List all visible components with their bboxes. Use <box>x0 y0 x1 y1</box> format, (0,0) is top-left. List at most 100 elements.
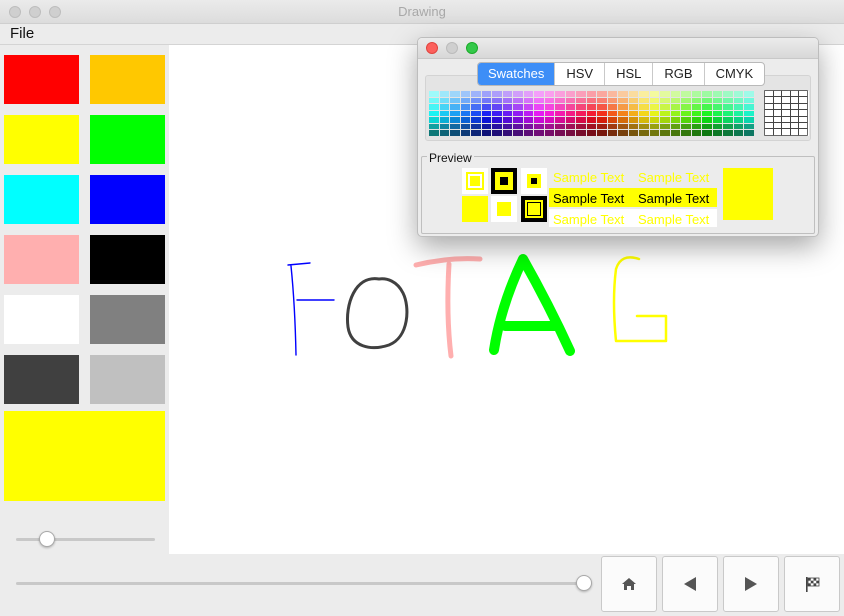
color-swatch-cell[interactable] <box>460 130 470 136</box>
color-swatch-cell[interactable] <box>576 110 586 116</box>
color-swatch-cell[interactable] <box>723 91 733 97</box>
color-swatch-cell[interactable] <box>565 104 575 110</box>
color-swatch-cell[interactable] <box>513 110 523 116</box>
color-swatch-cell[interactable] <box>565 97 575 103</box>
color-swatch-cell[interactable] <box>576 97 586 103</box>
color-swatch-cell[interactable] <box>607 104 617 110</box>
color-swatch-cell[interactable] <box>450 117 460 123</box>
color-swatch-cell[interactable] <box>702 110 712 116</box>
color-swatch-cell[interactable] <box>597 123 607 129</box>
recent-swatch-cell[interactable] <box>765 91 773 97</box>
brush-size-slider[interactable] <box>16 538 155 541</box>
color-swatch-cell[interactable] <box>618 130 628 136</box>
color-swatch-cell[interactable] <box>733 97 743 103</box>
color-swatch-cell[interactable] <box>660 117 670 123</box>
playback-slider[interactable] <box>16 582 584 585</box>
recent-swatch-cell[interactable] <box>773 129 782 135</box>
color-swatch-cell[interactable] <box>670 110 680 116</box>
color-swatch-cell[interactable] <box>450 97 460 103</box>
file-menu[interactable]: File <box>10 25 34 42</box>
color-swatch-cell[interactable] <box>586 97 596 103</box>
color-swatch-cell[interactable] <box>523 91 533 97</box>
color-swatch-cell[interactable] <box>555 91 565 97</box>
color-swatch-cell[interactable] <box>460 104 470 110</box>
recent-swatch-cell[interactable] <box>782 110 790 116</box>
recent-swatch-cell[interactable] <box>799 123 807 129</box>
color-swatch-cell[interactable] <box>670 123 680 129</box>
color-swatch-cell[interactable] <box>649 117 659 123</box>
color-swatch-cell[interactable] <box>513 117 523 123</box>
color-swatch-cell[interactable] <box>439 123 449 129</box>
color-swatch-cell[interactable] <box>691 117 701 123</box>
color-swatch-cell[interactable] <box>618 91 628 97</box>
color-swatch-cell[interactable] <box>628 130 638 136</box>
color-swatch-cell[interactable] <box>502 130 512 136</box>
next-button[interactable] <box>723 556 779 612</box>
color-swatch-cell[interactable] <box>712 91 722 97</box>
color-swatch-cell[interactable] <box>702 123 712 129</box>
color-swatch-cell[interactable] <box>523 104 533 110</box>
recent-swatch-cell[interactable] <box>773 91 782 97</box>
recent-swatch-cell[interactable] <box>773 116 782 122</box>
color-swatch-cell[interactable] <box>502 97 512 103</box>
color-swatch-cell[interactable] <box>618 123 628 129</box>
color-swatch-cell[interactable] <box>565 130 575 136</box>
recent-swatch-cell[interactable] <box>773 123 782 129</box>
color-swatch-cell[interactable] <box>712 104 722 110</box>
recent-swatch-cell[interactable] <box>782 129 790 135</box>
color-swatch-cell[interactable] <box>502 91 512 97</box>
tab-hsv[interactable]: HSV <box>555 63 606 85</box>
color-swatch-cell[interactable] <box>555 104 565 110</box>
color-swatch-cell[interactable] <box>649 130 659 136</box>
color-swatch-cell[interactable] <box>471 91 481 97</box>
color-swatch-cell[interactable] <box>471 117 481 123</box>
recent-swatch-cell[interactable] <box>799 116 807 122</box>
color-swatch-cell[interactable] <box>628 117 638 123</box>
color-swatch-cell[interactable] <box>660 123 670 129</box>
color-swatch-cell[interactable] <box>460 117 470 123</box>
color-swatch-cell[interactable] <box>450 123 460 129</box>
color-swatch-cell[interactable] <box>744 130 754 136</box>
color-swatch-cell[interactable] <box>733 110 743 116</box>
color-swatch-cell[interactable] <box>733 104 743 110</box>
color-swatch-cell[interactable] <box>681 117 691 123</box>
dialog-close-button[interactable] <box>426 42 438 54</box>
color-swatch-cell[interactable] <box>534 123 544 129</box>
palette-swatch[interactable] <box>90 355 165 404</box>
recent-swatch-cell[interactable] <box>782 97 790 103</box>
palette-swatch[interactable] <box>90 235 165 284</box>
color-swatch-cell[interactable] <box>723 130 733 136</box>
color-swatch-cell[interactable] <box>639 123 649 129</box>
color-swatch-cell[interactable] <box>523 110 533 116</box>
color-swatch-cell[interactable] <box>744 91 754 97</box>
color-swatch-cell[interactable] <box>471 97 481 103</box>
dialog-minimize-button[interactable] <box>446 42 458 54</box>
color-swatch-cell[interactable] <box>534 117 544 123</box>
color-swatch-cell[interactable] <box>513 104 523 110</box>
color-swatch-cell[interactable] <box>481 123 491 129</box>
color-swatch-cell[interactable] <box>723 117 733 123</box>
color-swatch-cell[interactable] <box>513 123 523 129</box>
tab-hsl[interactable]: HSL <box>605 63 654 85</box>
dialog-zoom-button[interactable] <box>466 42 478 54</box>
tab-rgb[interactable]: RGB <box>653 63 705 85</box>
color-swatch-cell[interactable] <box>733 130 743 136</box>
color-swatch-cell[interactable] <box>639 91 649 97</box>
color-swatch-cell[interactable] <box>429 91 439 97</box>
color-swatch-cell[interactable] <box>607 117 617 123</box>
tab-swatches[interactable]: Swatches <box>478 63 556 85</box>
color-swatch-cell[interactable] <box>586 130 596 136</box>
color-swatch-cell[interactable] <box>492 97 502 103</box>
color-swatch-cell[interactable] <box>544 123 554 129</box>
tab-cmyk[interactable]: CMYK <box>705 63 765 85</box>
color-swatch-cell[interactable] <box>702 104 712 110</box>
recent-swatch-cell[interactable] <box>799 97 807 103</box>
current-color-swatch[interactable] <box>4 411 165 501</box>
color-swatch-cell[interactable] <box>429 110 439 116</box>
palette-swatch[interactable] <box>4 235 79 284</box>
recent-swatch-cell[interactable] <box>790 91 799 97</box>
color-swatch-cell[interactable] <box>597 104 607 110</box>
color-swatch-cell[interactable] <box>576 130 586 136</box>
color-swatch-cell[interactable] <box>513 91 523 97</box>
color-swatch-cell[interactable] <box>544 104 554 110</box>
